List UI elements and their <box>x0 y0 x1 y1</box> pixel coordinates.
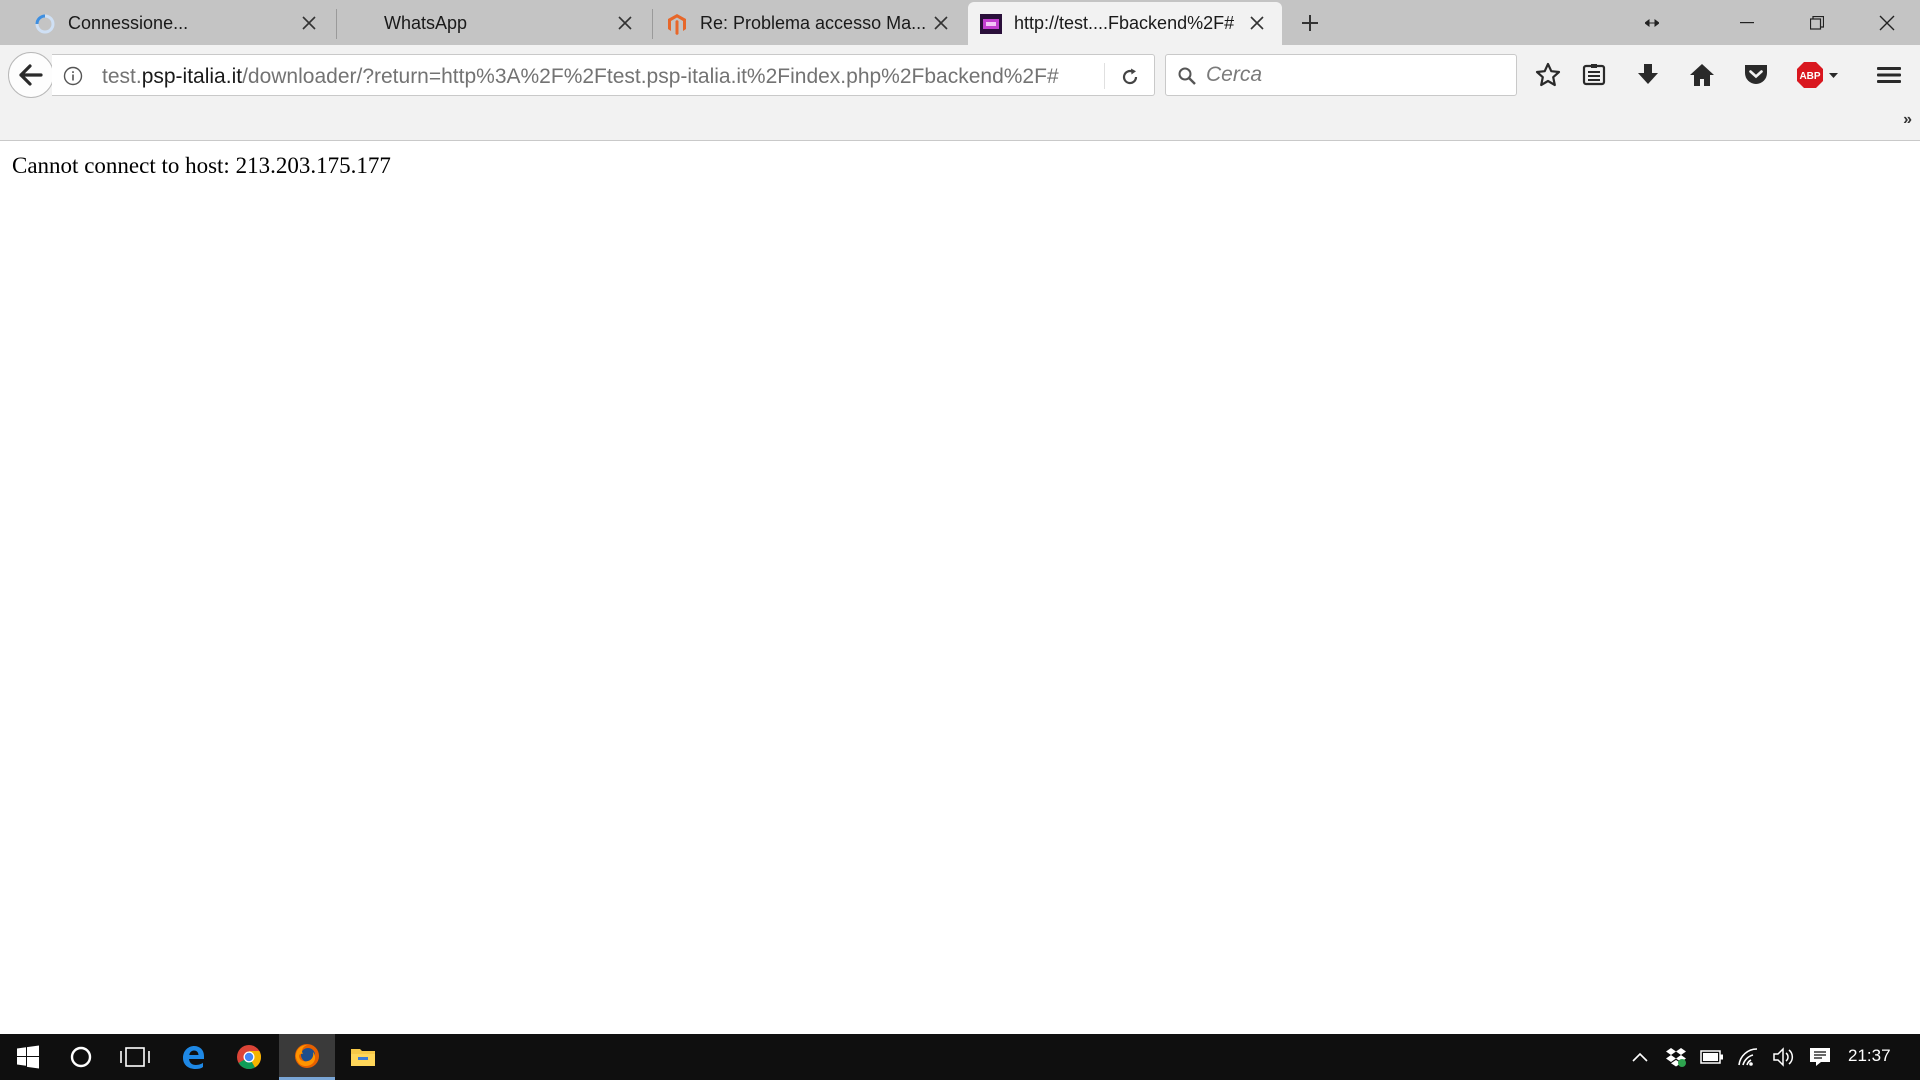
tab-bar: Connessione... WhatsApp Re: Problema acc… <box>0 0 1920 45</box>
windows-taskbar: 21:37 <box>0 1034 1920 1080</box>
bookmarks-list-button[interactable] <box>1577 58 1611 92</box>
cortana-search-button[interactable] <box>53 1034 109 1080</box>
url-text[interactable]: test.psp-italia.it/downloader/?return=ht… <box>102 65 1059 89</box>
close-icon[interactable] <box>614 12 636 34</box>
home-button[interactable] <box>1685 58 1719 92</box>
resize-arrows-icon <box>1617 0 1687 45</box>
tab-label: http://test....Fbackend%2F# <box>1014 13 1235 33</box>
bookmark-star-button[interactable] <box>1531 58 1565 92</box>
taskbar-clock[interactable]: 21:37 <box>1848 1046 1891 1066</box>
volume-icon[interactable] <box>1766 1034 1802 1080</box>
window-close-button[interactable] <box>1852 0 1920 45</box>
loading-spinner-icon <box>34 13 56 35</box>
pocket-button[interactable] <box>1739 58 1773 92</box>
tab-label: Connessione... <box>68 13 189 33</box>
task-view-button[interactable] <box>107 1034 163 1080</box>
download-button[interactable] <box>1631 58 1665 92</box>
close-icon[interactable] <box>1246 12 1268 34</box>
tab-magento[interactable]: Re: Problema accesso Ma... <box>654 2 966 45</box>
url-prefix: test. <box>102 65 142 88</box>
url-host: psp-italia.it <box>141 65 243 88</box>
site-favicon-icon <box>980 13 1002 35</box>
menu-hamburger-button[interactable] <box>1872 58 1906 92</box>
edge-browser-icon[interactable] <box>165 1034 221 1080</box>
whatsapp-favicon-icon <box>350 13 372 35</box>
restore-button[interactable] <box>1782 0 1852 45</box>
error-message: Cannot connect to host: 213.203.175.177 <box>12 153 391 178</box>
navigation-toolbar: test.psp-italia.it/downloader/?return=ht… <box>0 45 1920 105</box>
adblock-plus-button[interactable]: ABP <box>1794 58 1842 92</box>
close-icon[interactable] <box>298 12 320 34</box>
start-button[interactable] <box>0 1034 56 1080</box>
new-tab-button[interactable] <box>1297 10 1323 36</box>
file-explorer-icon[interactable] <box>335 1034 391 1080</box>
action-center-icon[interactable] <box>1802 1034 1838 1080</box>
search-input[interactable] <box>1206 61 1506 89</box>
tab-label: WhatsApp <box>384 13 468 33</box>
wifi-icon[interactable] <box>1730 1034 1766 1080</box>
battery-icon[interactable] <box>1694 1034 1730 1080</box>
chrome-browser-icon[interactable] <box>221 1034 277 1080</box>
chevron-overflow-icon[interactable]: » <box>1903 111 1912 129</box>
minimize-button[interactable] <box>1712 0 1782 45</box>
tab-whatsapp[interactable]: WhatsApp <box>338 2 650 45</box>
dropbox-icon[interactable] <box>1658 1034 1694 1080</box>
info-icon[interactable] <box>62 65 84 87</box>
firefox-browser-icon[interactable] <box>279 1034 335 1080</box>
abp-logo-text: ABP <box>1799 71 1820 82</box>
bookmarks-toolbar: » <box>0 105 1920 141</box>
tab-connessione[interactable]: Connessione... <box>22 2 334 45</box>
page-content: Cannot connect to host: 213.203.175.177 <box>0 141 1920 1034</box>
tab-separator <box>336 9 337 39</box>
close-icon[interactable] <box>930 12 952 34</box>
back-button[interactable] <box>8 52 54 98</box>
tab-current[interactable]: http://test....Fbackend%2F# <box>968 2 1282 45</box>
search-box[interactable] <box>1165 54 1517 96</box>
chevron-up-icon[interactable] <box>1622 1034 1658 1080</box>
url-separator <box>1104 63 1105 89</box>
tab-separator <box>652 9 653 39</box>
tab-label: Re: Problema accesso Ma... <box>700 13 927 33</box>
reload-icon[interactable] <box>1118 65 1142 89</box>
address-bar[interactable]: test.psp-italia.it/downloader/?return=ht… <box>52 54 1155 96</box>
url-path: /downloader/?return=http%3A%2F%2Ftest.ps… <box>242 65 1059 88</box>
magento-icon <box>666 13 688 35</box>
search-icon <box>1176 65 1198 87</box>
